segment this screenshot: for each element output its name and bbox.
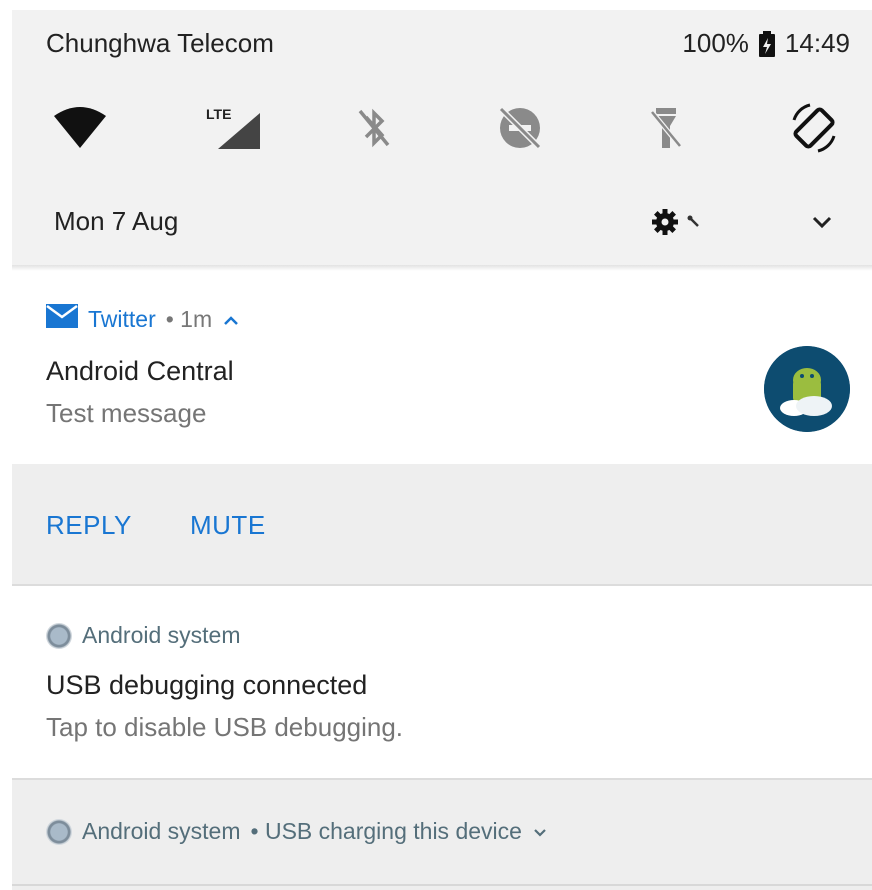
notification-twitter[interactable]: Twitter • 1m Android Central Test messag… — [12, 272, 872, 464]
notification-header: Twitter • 1m — [46, 304, 240, 334]
notification-title: USB debugging connected — [46, 670, 368, 700]
mail-icon — [46, 304, 78, 334]
app-name: Android system — [82, 622, 241, 648]
notification-title: Android Central — [46, 356, 234, 386]
battery-percent: 100% — [682, 28, 749, 58]
notification-text: Test message — [46, 398, 207, 428]
tile-flashlight[interactable] — [626, 90, 706, 170]
chevron-down-icon[interactable] — [532, 818, 548, 845]
quick-settings-panel: Chunghwa Telecom 100% 14:49 LTE Mon 7 Au… — [12, 10, 872, 265]
date-row: Mon 7 Aug — [12, 190, 872, 260]
quick-tiles-row: LTE — [12, 90, 872, 180]
android-system-icon — [46, 622, 72, 649]
status-indicators: 100% 14:49 — [682, 28, 850, 59]
lte-signal-icon: LTE — [202, 105, 262, 156]
flashlight-off-icon — [646, 104, 686, 157]
bluetooth-off-icon — [354, 105, 394, 156]
reply-button[interactable]: REPLY — [46, 510, 132, 541]
android-system-icon — [46, 818, 72, 845]
date-label: Mon 7 Aug — [54, 206, 179, 236]
notification-actions: REPLY MUTE — [12, 464, 872, 584]
auto-rotate-icon — [786, 100, 842, 161]
wifi-icon — [52, 106, 108, 155]
clock: 14:49 — [784, 28, 850, 58]
chevron-down-icon — [811, 215, 833, 234]
notification-header: Android system — [46, 622, 241, 649]
notification-time: • 1m — [165, 305, 213, 332]
settings-button[interactable] — [650, 204, 720, 244]
mute-button[interactable]: MUTE — [190, 510, 266, 541]
status-bar: Chunghwa Telecom 100% 14:49 — [12, 10, 872, 75]
battery-charging-icon — [757, 30, 777, 58]
panel-shadow — [12, 265, 872, 271]
expand-settings-button[interactable] — [802, 204, 842, 244]
notification-usb-debugging[interactable]: Android system USB debugging connected T… — [12, 586, 872, 778]
gear-icon — [650, 207, 680, 242]
notification-text: Tap to disable USB debugging. — [46, 712, 404, 742]
notification-header: Android system • USB charging this devic… — [46, 818, 548, 845]
wrench-icon — [686, 214, 702, 235]
carrier-name: Chunghwa Telecom — [46, 28, 274, 58]
divider — [12, 884, 872, 886]
tile-wifi[interactable] — [40, 90, 120, 170]
notification-summary: • USB charging this device — [250, 818, 522, 844]
notification-usb-charging[interactable]: Android system • USB charging this devic… — [12, 780, 872, 890]
tile-bluetooth[interactable] — [334, 90, 414, 170]
app-name: Android system — [82, 818, 241, 844]
svg-text:LTE: LTE — [206, 106, 231, 122]
tile-auto-rotate[interactable] — [774, 90, 854, 170]
tile-mobile-data[interactable]: LTE — [192, 90, 272, 170]
avatar — [764, 346, 850, 432]
chevron-up-icon[interactable] — [222, 306, 240, 333]
dnd-off-icon — [495, 103, 545, 158]
app-name: Twitter — [88, 305, 156, 332]
tile-do-not-disturb[interactable] — [480, 90, 560, 170]
